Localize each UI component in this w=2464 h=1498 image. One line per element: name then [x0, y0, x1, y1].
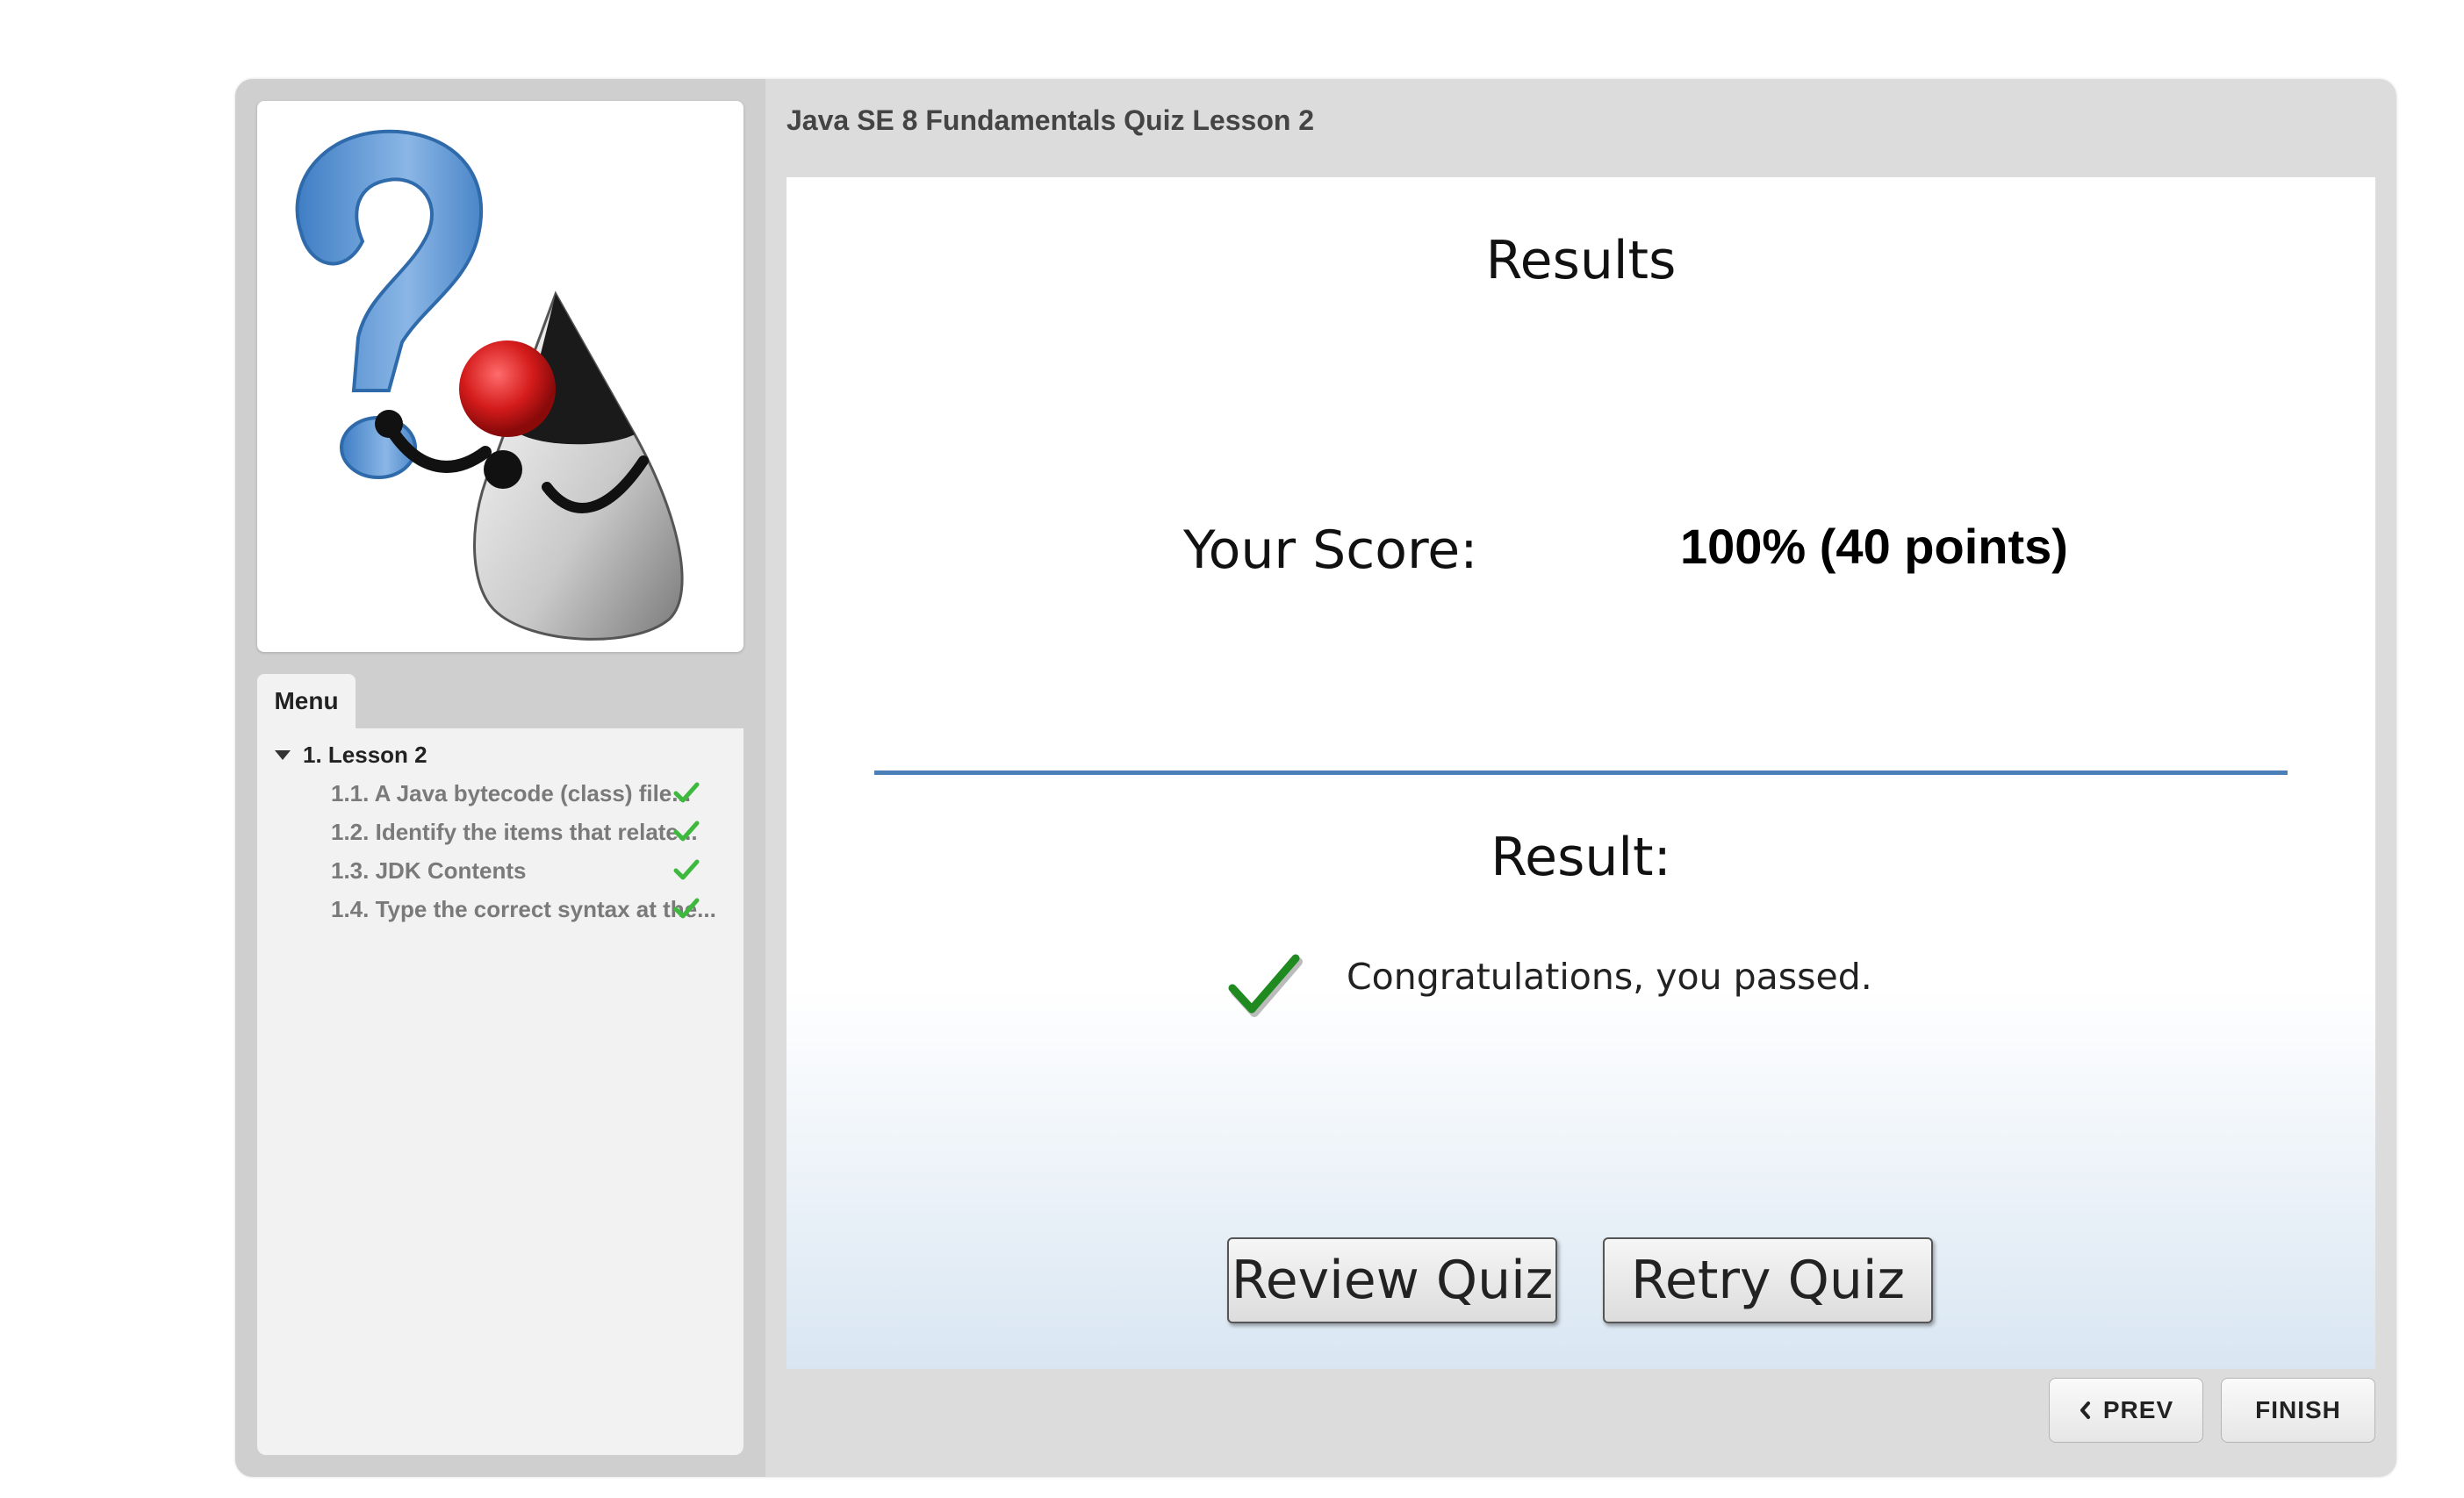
quiz-title: Java SE 8 Fundamentals Quiz Lesson 2 — [787, 104, 1315, 136]
menu-lesson-label: 1. Lesson 2 — [303, 741, 427, 768]
chevron-left-icon — [2080, 1401, 2090, 1419]
result-message: Congratulations, you passed. — [1347, 956, 1872, 998]
finish-label: FINISH — [2255, 1396, 2341, 1423]
passed-checkmark-icon — [1228, 954, 1303, 1017]
slide-title: Results — [1485, 230, 1677, 291]
menu-item-1-3[interactable]: 1.3. JDK Contents — [331, 851, 731, 890]
menu-item-1-1[interactable]: 1.1. A Java bytecode (class) file... — [331, 774, 731, 813]
menu-item-1-2[interactable]: 1.2. Identify the items that relate... — [331, 813, 731, 851]
menu-lesson-1[interactable]: 1. Lesson 2 — [275, 737, 427, 772]
menu-item-1-4[interactable]: 1.4. Type the correct syntax at the... — [331, 890, 731, 928]
prev-label: PREV — [2102, 1396, 2174, 1423]
checkmark-icon — [673, 782, 700, 803]
menu-item-label: 1.4. Type the correct syntax at the... — [331, 896, 716, 922]
menu-item-label: 1.3. JDK Contents — [331, 857, 527, 884]
results-slide: Results Your Score: 100% (40 points) Res… — [787, 177, 2375, 1369]
checkmark-icon — [673, 821, 700, 842]
checkmark-icon — [673, 898, 700, 919]
menu-item-label: 1.2. Identify the items that relate... — [331, 819, 698, 845]
score-value: 100% (40 points) — [1680, 519, 2068, 574]
quiz-logo — [257, 101, 744, 652]
caret-down-icon[interactable] — [275, 749, 291, 760]
prev-button[interactable]: PREV — [2049, 1378, 2203, 1443]
menu-panel: 1. Lesson 2 1.1. A Java bytecode (class)… — [257, 728, 744, 1455]
finish-button[interactable]: FINISH — [2221, 1378, 2375, 1443]
divider — [874, 771, 2288, 775]
score-label: Your Score: — [1183, 520, 1478, 581]
duke-question-mark-icon — [295, 129, 684, 641]
retry-quiz-button[interactable]: Retry Quiz — [1603, 1237, 1933, 1323]
result-label: Result: — [1491, 827, 1671, 888]
review-quiz-button[interactable]: Review Quiz — [1227, 1237, 1557, 1323]
menu-item-label: 1.1. A Java bytecode (class) file... — [331, 780, 691, 806]
tab-menu[interactable]: Menu — [257, 674, 356, 728]
checkmark-icon — [673, 859, 700, 880]
